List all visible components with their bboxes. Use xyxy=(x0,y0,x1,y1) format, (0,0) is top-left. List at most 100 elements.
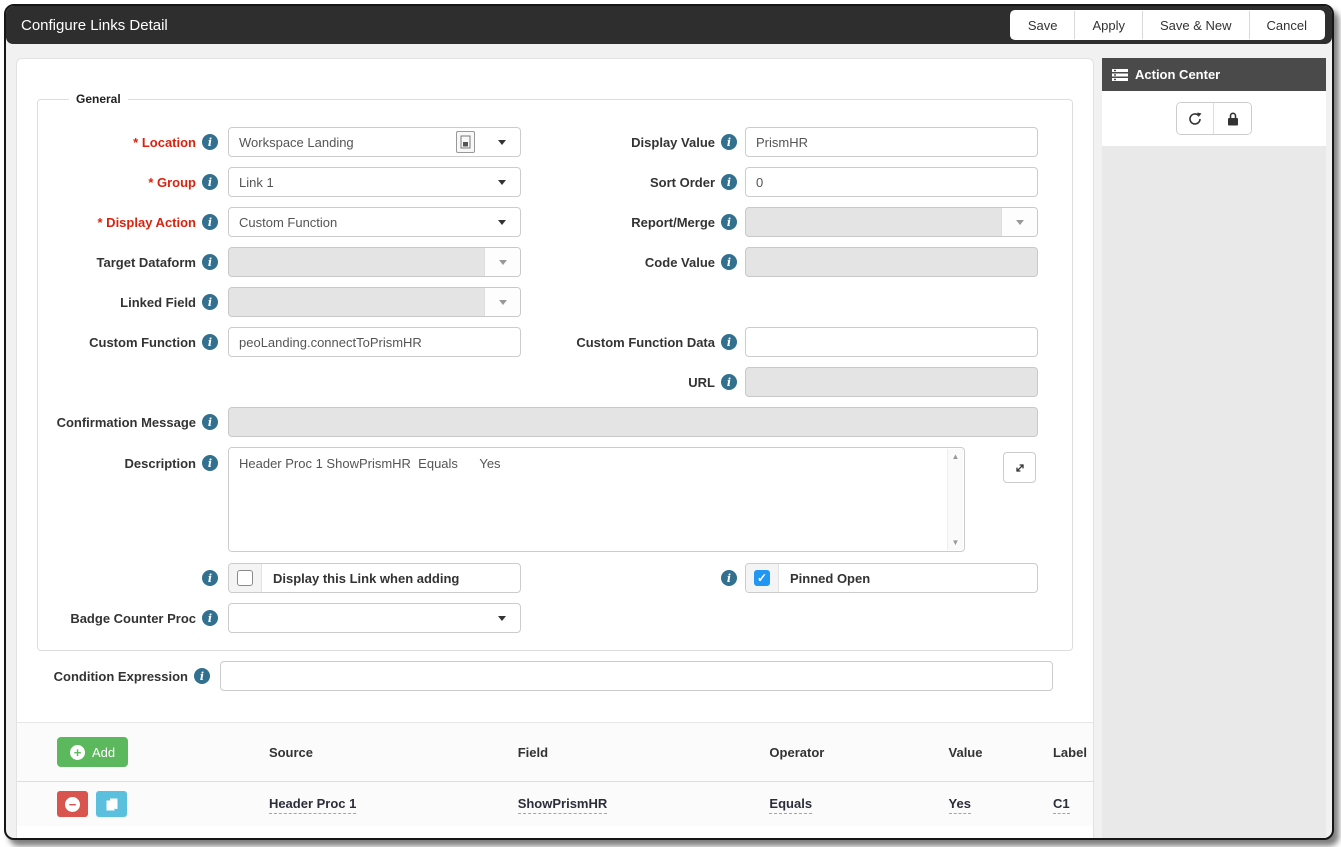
cancel-button[interactable]: Cancel xyxy=(1249,11,1324,39)
textarea-scrollbar[interactable]: ▲ ▼ xyxy=(947,449,963,550)
expand-icon xyxy=(1015,463,1024,472)
sort-order-label: Sort Order xyxy=(649,174,715,190)
form-row: Confirmation Message i xyxy=(38,402,1072,442)
info-icon[interactable]: i xyxy=(721,334,737,350)
action-center-title: Action Center xyxy=(1135,67,1221,82)
caret-down-icon xyxy=(1015,219,1024,225)
info-icon[interactable]: i xyxy=(194,668,210,684)
action-center-header: Action Center xyxy=(1102,58,1326,91)
column-header-value: Value xyxy=(948,744,983,760)
pinned-open-checkbox[interactable] xyxy=(754,570,770,586)
save-and-new-button[interactable]: Save & New xyxy=(1142,11,1250,39)
info-icon[interactable]: i xyxy=(721,254,737,270)
condition-value[interactable]: Yes xyxy=(948,796,971,814)
info-icon[interactable]: i xyxy=(202,334,218,350)
display-action-select[interactable]: Custom Function xyxy=(228,207,521,237)
info-icon[interactable]: i xyxy=(721,374,737,390)
group-select[interactable]: Link 1 xyxy=(228,167,521,197)
info-icon[interactable]: i xyxy=(721,214,737,230)
add-condition-button[interactable]: + Add xyxy=(57,737,129,767)
form-row: Custom Function i Custom Function Data i xyxy=(38,322,1072,362)
remove-condition-button[interactable]: − xyxy=(57,791,88,817)
info-icon[interactable]: i xyxy=(721,174,737,190)
info-icon[interactable]: i xyxy=(202,214,218,230)
location-value: Workspace Landing xyxy=(239,134,354,150)
page-title: Configure Links Detail xyxy=(21,16,168,34)
caret-down-icon xyxy=(498,179,506,185)
form-row: * Group i Link 1 Sort Order i xyxy=(38,162,1072,202)
column-header-label: Label xyxy=(1052,744,1087,760)
condition-label[interactable]: C1 xyxy=(1052,796,1070,814)
form-row: Linked Field i xyxy=(38,282,1072,322)
copy-condition-button[interactable] xyxy=(96,791,127,817)
group-label: * Group xyxy=(148,174,196,190)
display-value-input[interactable] xyxy=(745,127,1038,157)
refresh-icon xyxy=(1189,112,1202,125)
column-header-field: Field xyxy=(517,744,549,760)
info-icon[interactable]: i xyxy=(202,294,218,310)
expand-description-button[interactable] xyxy=(1003,452,1036,483)
display-value-label: Display Value xyxy=(631,134,715,150)
refresh-button[interactable] xyxy=(1177,103,1214,134)
display-when-adding-checkbox[interactable] xyxy=(237,570,253,586)
report-merge-select xyxy=(745,207,1038,237)
location-select[interactable]: Workspace Landing xyxy=(228,127,521,157)
group-value: Link 1 xyxy=(239,174,274,190)
caret-down-icon xyxy=(498,139,506,145)
condition-expression-row: Condition Expression i xyxy=(17,656,1093,696)
form-row: Description i Header Proc 1 ShowPrismHR … xyxy=(38,442,1072,558)
custom-function-data-label: Custom Function Data xyxy=(576,334,715,350)
apply-button[interactable]: Apply xyxy=(1075,11,1143,39)
badge-counter-proc-select[interactable] xyxy=(228,603,521,633)
badge-counter-proc-label: Badge Counter Proc xyxy=(70,610,196,626)
form-row: i Display this Link when adding i Pinned… xyxy=(38,558,1072,598)
custom-function-input[interactable] xyxy=(228,327,521,357)
url-label: URL xyxy=(688,374,715,390)
pinned-open-checkbox-group[interactable]: Pinned Open xyxy=(745,563,1038,593)
sort-order-input[interactable] xyxy=(745,167,1038,197)
form-panel: General * Location i Workspace Landing D… xyxy=(16,58,1094,838)
linked-field-select xyxy=(228,287,521,317)
info-icon[interactable]: i xyxy=(202,570,218,586)
add-button-label: Add xyxy=(92,744,116,760)
code-value-label: Code Value xyxy=(644,254,715,270)
display-when-adding-checkbox-group[interactable]: Display this Link when adding xyxy=(228,563,521,593)
location-label: * Location xyxy=(133,134,196,150)
info-icon[interactable]: i xyxy=(202,174,218,190)
action-center-panel: Action Center xyxy=(1102,58,1326,838)
scroll-up-icon[interactable]: ▲ xyxy=(952,452,960,461)
form-row: URL i xyxy=(38,362,1072,402)
linked-field-label: Linked Field xyxy=(120,294,196,310)
condition-field[interactable]: ShowPrismHR xyxy=(517,796,608,814)
target-dataform-label: Target Dataform xyxy=(96,254,196,270)
caret-down-icon xyxy=(498,219,506,225)
info-icon[interactable]: i xyxy=(202,254,218,270)
code-value-input xyxy=(745,247,1038,277)
form-row: Target Dataform i Code Value i xyxy=(38,242,1072,282)
info-icon[interactable]: i xyxy=(721,570,737,586)
info-icon[interactable]: i xyxy=(202,610,218,626)
column-header-source: Source xyxy=(268,744,314,760)
info-icon[interactable]: i xyxy=(202,134,218,150)
description-textarea[interactable]: Header Proc 1 ShowPrismHR Equals Yes xyxy=(229,448,947,551)
lock-button[interactable] xyxy=(1214,103,1251,134)
save-button[interactable]: Save xyxy=(1010,11,1076,39)
description-label: Description xyxy=(124,455,196,471)
custom-function-label: Custom Function xyxy=(89,334,196,350)
display-action-label: * Display Action xyxy=(97,214,196,230)
confirmation-message-label: Confirmation Message xyxy=(56,414,196,430)
action-center-icon xyxy=(1112,68,1128,81)
condition-source[interactable]: Header Proc 1 xyxy=(268,796,357,814)
dataform-icon xyxy=(456,131,475,153)
condition-expression-input[interactable] xyxy=(220,661,1053,691)
caret-down-icon xyxy=(498,259,507,265)
caret-down-icon xyxy=(498,615,506,621)
scroll-down-icon[interactable]: ▼ xyxy=(952,538,960,547)
condition-operator[interactable]: Equals xyxy=(769,796,813,814)
info-icon[interactable]: i xyxy=(721,134,737,150)
custom-function-data-input[interactable] xyxy=(745,327,1038,357)
info-icon[interactable]: i xyxy=(202,455,218,471)
form-row: * Location i Workspace Landing Display V… xyxy=(38,122,1072,162)
info-icon[interactable]: i xyxy=(202,414,218,430)
column-header-operator: Operator xyxy=(769,744,825,760)
